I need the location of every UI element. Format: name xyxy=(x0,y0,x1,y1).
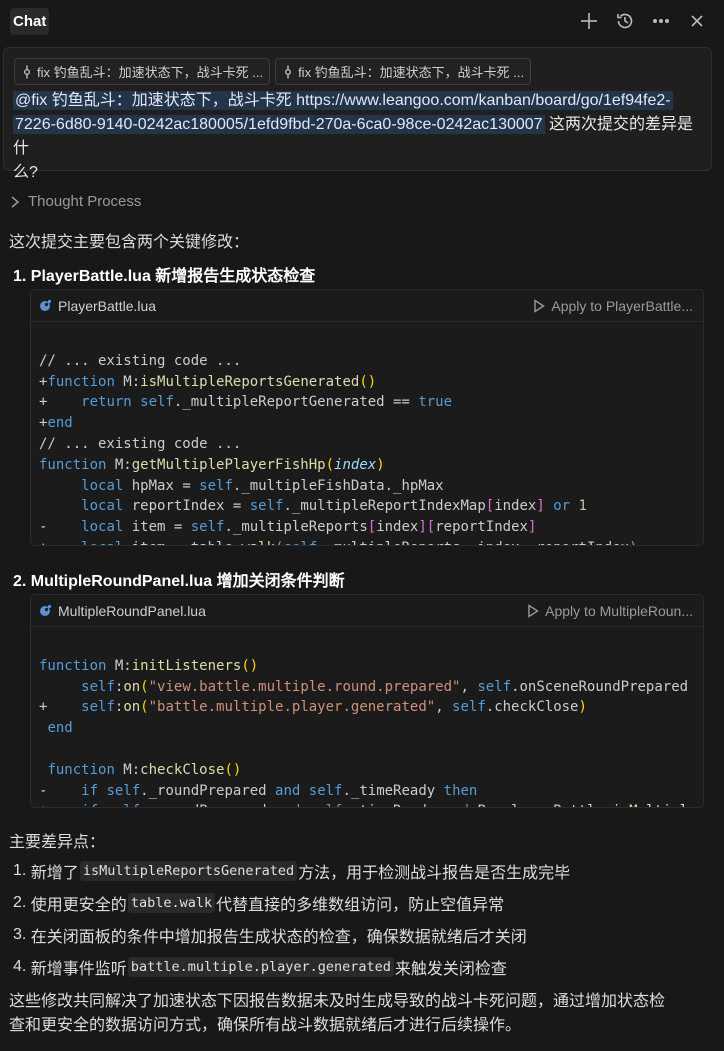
play-icon xyxy=(534,298,546,313)
inline-code: battle.multiple.player.generated xyxy=(127,957,394,977)
prompt-box[interactable]: fix 钓鱼乱斗：加速状态下，战斗卡死 ... fix 钓鱼乱斗：加速状态下，战… xyxy=(3,47,712,181)
chip-label: fix 钓鱼乱斗：加速状态下，战斗卡死 ... xyxy=(37,65,264,80)
code-block-multipleroundpanel: MultipleRoundPanel.lua Apply to Multiple… xyxy=(30,594,704,808)
code-line: - if self._roundPrepared and self._timeR… xyxy=(39,782,478,799)
code-line: end xyxy=(47,720,73,737)
conclusion-line: 这些修改共同解决了加速状态下因报告数据未及时生成导致的战斗卡死问题，通过增加状态… xyxy=(9,993,666,1010)
code-line: + if self._roundPrepared and self._timeR… xyxy=(39,801,703,807)
plus-icon[interactable] xyxy=(578,10,600,32)
close-icon[interactable] xyxy=(686,10,708,32)
context-chips: fix 钓鱼乱斗：加速状态下，战斗卡死 ... fix 钓鱼乱斗：加速状态下，战… xyxy=(14,58,532,85)
play-icon xyxy=(528,603,539,618)
diff-point: 3. 在关闭面板的条件中增加报告生成状态的检查，确保数据就绪后才关闭 xyxy=(13,923,527,947)
list-number: 3. xyxy=(13,926,27,943)
list-text: 来触发关闭检查 xyxy=(394,961,507,978)
code-block-header: MultipleRoundPanel.lua Apply to Multiple… xyxy=(31,595,703,627)
commit-mention-cont[interactable]: 7226-6d80-9140-0242ac180005/1efd9fbd-270… xyxy=(13,115,545,134)
chat-tab[interactable]: Chat xyxy=(10,7,50,35)
apply-label: Apply to MultipleRoun... xyxy=(545,602,693,619)
list-text: 新增了 xyxy=(30,865,79,882)
code-line: +end xyxy=(39,415,73,432)
list-text: 代替直接的多维数组访问，防止空值异常 xyxy=(216,897,505,914)
code-line: function M:getMultiplePlayerFishHp(index… xyxy=(39,456,385,473)
code-line: + self:on("battle.multiple.player.genera… xyxy=(39,699,587,716)
lua-file-icon xyxy=(40,604,52,616)
conclusion-text: 这些修改共同解决了加速状态下因报告数据未及时生成导致的战斗卡死问题，通过增加状态… xyxy=(9,990,709,1038)
prompt-text: @fix 钓鱼乱斗：加速状态下，战斗卡死 https://www.leangoo… xyxy=(13,89,703,185)
code-line: function M:initListeners() xyxy=(39,657,259,674)
code-content: // ... existing code ... +function M:isMu… xyxy=(31,322,703,545)
commit-chip[interactable]: fix 钓鱼乱斗：加速状态下，战斗卡死 ... xyxy=(275,58,532,85)
list-text: 方法，用于检测战斗报告是否生成完毕 xyxy=(298,865,571,882)
conclusion-line: 查和更安全的数据访问方式，确保所有战斗数据就绪后才进行后续操作。 xyxy=(9,1017,522,1034)
inline-code: table.walk xyxy=(127,893,216,913)
code-block-header: PlayerBattle.lua Apply to PlayerBattle..… xyxy=(31,290,703,322)
commit-mention[interactable]: @fix 钓鱼乱斗：加速状态下，战斗卡死 https://www.leangoo… xyxy=(13,91,673,110)
lua-file-icon xyxy=(40,299,52,311)
code-line: +function M:isMultipleReportsGenerated() xyxy=(39,373,377,390)
chevron-right-icon xyxy=(11,195,20,208)
code-line: self:on("view.battle.multiple.round.prep… xyxy=(81,678,689,695)
section-title: PlayerBattle.lua 新增报告生成状态检查 xyxy=(30,268,316,285)
diff-point: 4. 新增事件监听 battle.multiple.player.generate… xyxy=(13,955,507,979)
code-file-name: PlayerBattle.lua xyxy=(58,297,157,314)
header-actions xyxy=(578,10,714,32)
commit-chip[interactable]: fix 钓鱼乱斗：加速状态下，战斗卡死 ... xyxy=(14,58,271,85)
list-number: 1. xyxy=(13,862,27,879)
chat-header: Chat xyxy=(0,0,724,42)
inline-code: isMultipleReportsGenerated xyxy=(79,861,298,881)
list-text: 在关闭面板的条件中增加报告生成状态的检查，确保数据就绪后才关闭 xyxy=(30,929,527,946)
code-line: + local item = table.walk(self._multiple… xyxy=(39,538,703,545)
question-text-cont: 么? xyxy=(13,164,38,181)
code-content: function M:initListeners() self:on("view… xyxy=(31,627,703,807)
apply-button[interactable]: Apply to PlayerBattle... xyxy=(533,298,693,314)
code-line: // ... existing code ... xyxy=(39,435,242,452)
diff-point: 2. 使用更安全的 table.walk 代替直接的多维数组访问，防止空值异常 xyxy=(13,891,504,915)
diff-heading: 主要差异点： xyxy=(9,834,106,851)
code-line: - local item = self._multipleReports[ind… xyxy=(39,519,537,536)
code-line: local reportIndex = self._multipleReport… xyxy=(81,498,587,515)
commit-icon xyxy=(285,65,292,78)
code-block-playerbattle: PlayerBattle.lua Apply to PlayerBattle..… xyxy=(30,289,704,546)
intro-text: 这次提交主要包含两个关键修改： xyxy=(9,234,250,251)
commit-icon xyxy=(24,65,30,78)
chip-label: fix 钓鱼乱斗：加速状态下，战斗卡死 ... xyxy=(298,65,525,80)
apply-button[interactable]: Apply to MultipleRoun... xyxy=(527,603,693,619)
code-line: + return self._multipleReportGenerated =… xyxy=(39,394,453,411)
section-heading-1: 1. PlayerBattle.lua 新增报告生成状态检查 xyxy=(13,262,315,286)
list-number: 4. xyxy=(13,958,27,975)
list-text: 新增事件监听 xyxy=(30,961,127,978)
section-number: 1. xyxy=(13,268,27,285)
list-text: 使用更安全的 xyxy=(30,897,127,914)
code-file-name: MultipleRoundPanel.lua xyxy=(58,602,206,619)
section-number: 2. xyxy=(13,573,27,590)
code-line: // ... existing code ... xyxy=(39,352,242,369)
apply-label: Apply to PlayerBattle... xyxy=(551,297,693,314)
more-icon[interactable] xyxy=(650,10,672,32)
section-title: MultipleRoundPanel.lua 增加关闭条件判断 xyxy=(30,573,345,590)
code-file[interactable]: PlayerBattle.lua xyxy=(39,298,156,314)
code-line: local hpMax = self._multipleFishData._hp… xyxy=(81,477,444,494)
thought-process-toggle[interactable]: Thought Process xyxy=(10,193,141,210)
section-heading-2: 2. MultipleRoundPanel.lua 增加关闭条件判断 xyxy=(13,567,345,591)
code-line: function M:checkClose() xyxy=(47,761,242,778)
diff-point: 1. 新增了 isMultipleReportsGenerated 方法，用于检测战… xyxy=(13,859,570,883)
code-file[interactable]: MultipleRoundPanel.lua xyxy=(39,603,206,619)
thought-process-label: Thought Process xyxy=(28,193,142,210)
history-icon[interactable] xyxy=(614,10,636,32)
list-number: 2. xyxy=(13,894,27,911)
